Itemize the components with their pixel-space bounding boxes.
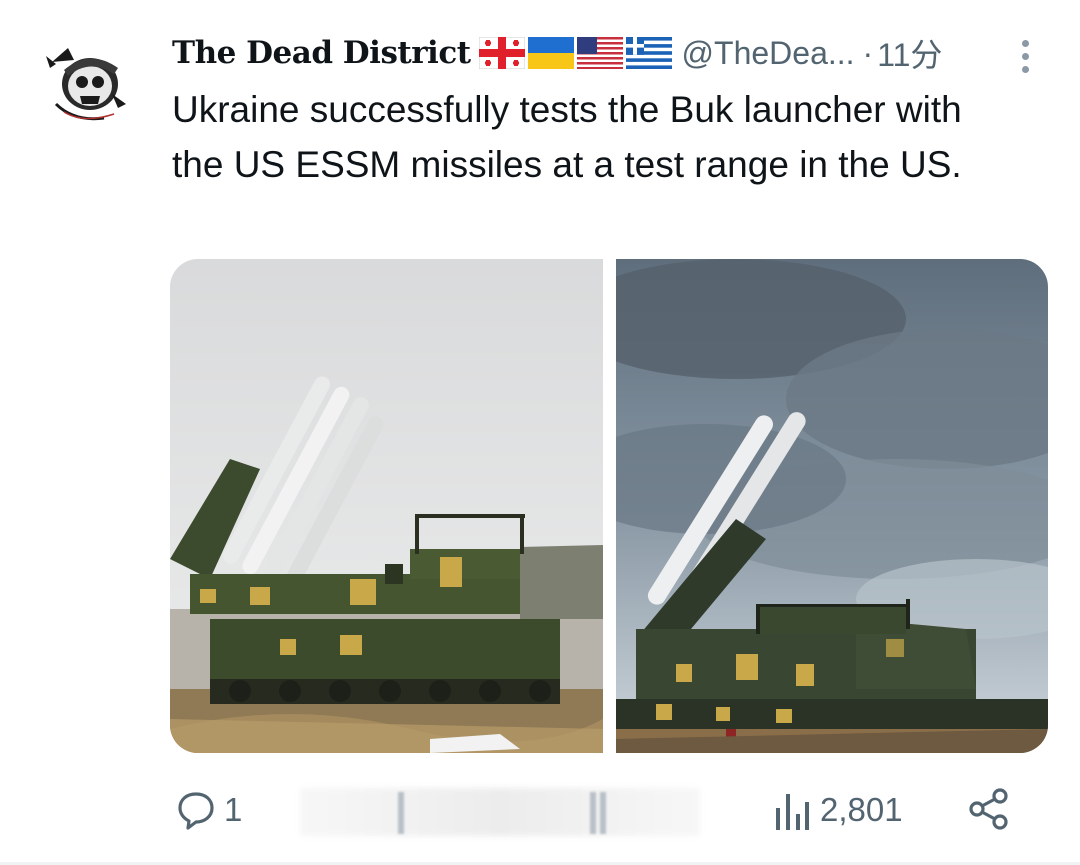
buk-launcher-photo-2[interactable]: [616, 259, 1048, 753]
reply-count: 1: [224, 791, 243, 828]
display-name[interactable]: The Dead District: [172, 35, 471, 71]
ukraine-flag-icon: [527, 37, 574, 69]
more-dot-icon: [1021, 52, 1029, 60]
flag-emojis: [478, 37, 672, 69]
tweet-card[interactable]: The Dead District @TheDea... · 11分 Ukrai…: [0, 0, 1080, 865]
speech-bubble-icon: [178, 792, 214, 830]
views-count: 2,801: [820, 791, 903, 828]
blurred-icon: [600, 792, 606, 834]
media-grid: [170, 259, 1048, 753]
blurred-actions: [300, 788, 700, 836]
bar-chart-icon: [776, 794, 809, 830]
action-bar: 1 2,801: [0, 780, 1080, 840]
buk-launcher-photo-1[interactable]: [170, 259, 603, 753]
share-nodes-icon: [969, 788, 1008, 830]
avatar[interactable]: [34, 34, 134, 134]
tweet-header: The Dead District @TheDea... · 11分: [172, 28, 1052, 78]
timestamp[interactable]: 11分: [877, 30, 942, 76]
separator-dot: ·: [862, 34, 874, 71]
reply-button[interactable]: 1: [176, 790, 242, 830]
user-handle[interactable]: @TheDea...: [682, 35, 855, 72]
blurred-icon: [398, 792, 404, 834]
georgia-flag-icon: [478, 37, 525, 69]
avatar-skull-illustration: [34, 34, 134, 134]
usa-flag-icon: [576, 37, 623, 69]
tweet-text: Ukraine successfully tests the Buk launc…: [172, 89, 962, 185]
more-dot-icon: [1021, 39, 1029, 47]
greece-flag-icon: [625, 37, 672, 69]
more-dot-icon: [1021, 65, 1029, 73]
share-button[interactable]: [966, 786, 1012, 832]
views-button[interactable]: 2,801: [772, 788, 903, 832]
blurred-icon: [590, 792, 596, 834]
more-options-button[interactable]: [1010, 36, 1040, 76]
